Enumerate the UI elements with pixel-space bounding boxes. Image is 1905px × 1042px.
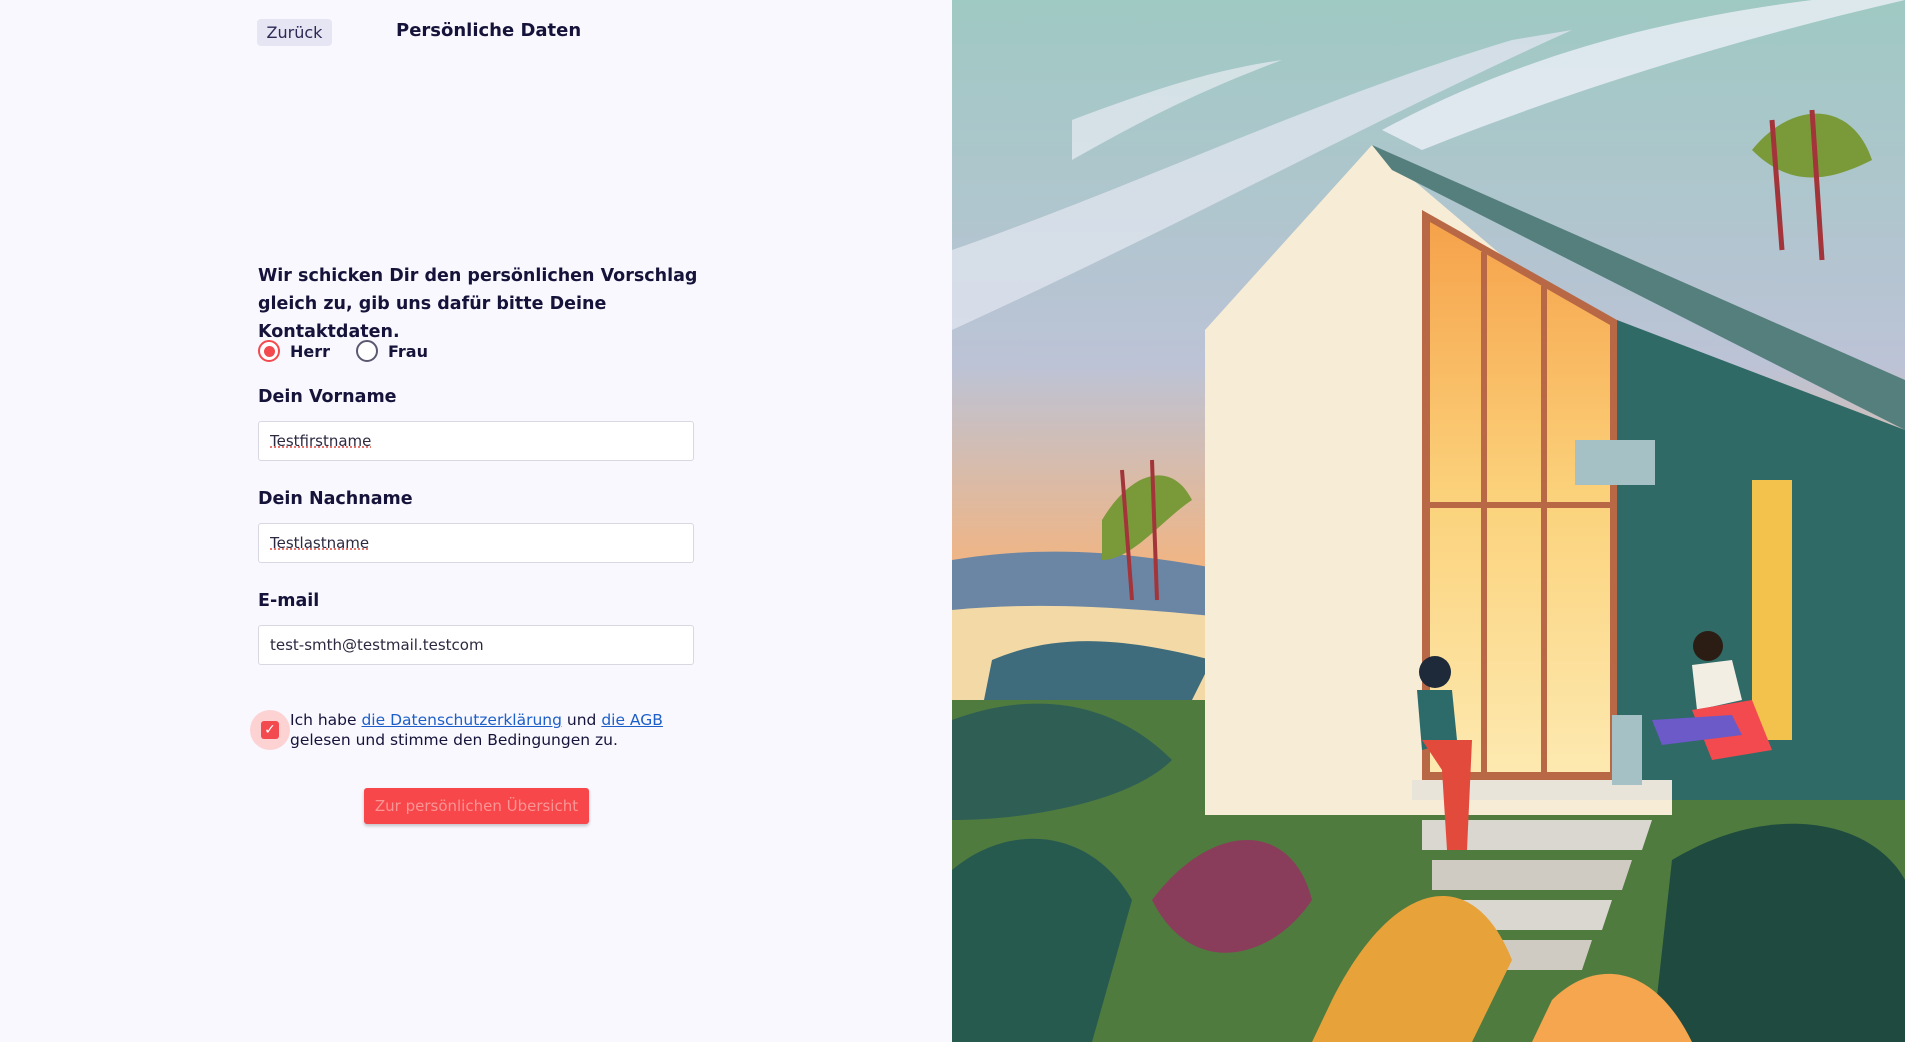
terms-link[interactable]: die AGB <box>601 711 663 729</box>
firstname-label: Dein Vorname <box>258 387 397 407</box>
firstname-input[interactable] <box>258 421 694 461</box>
form-pane: Zurück Persönliche Daten Wir schicken Di… <box>0 0 952 1042</box>
radio-herr-label: Herr <box>290 341 331 361</box>
tiny-house-illustration <box>952 0 1905 1042</box>
lastname-input[interactable] <box>258 523 694 563</box>
radio-frau-label: Frau <box>388 341 428 361</box>
email-label: E-mail <box>258 591 320 611</box>
consent-checkbox[interactable]: ✓ <box>250 710 290 750</box>
radio-frau[interactable]: Frau <box>356 338 428 364</box>
illustration-svg <box>952 0 1905 1042</box>
consent-row: ✓ Ich habe die Datenschutzerklärung und … <box>250 710 710 752</box>
consent-text-middle: und <box>561 711 602 729</box>
radio-herr-circle[interactable] <box>258 340 280 362</box>
submit-button[interactable]: Zur persönlichen Übersicht <box>364 788 589 824</box>
radio-herr[interactable]: Herr <box>258 338 330 364</box>
consent-text: Ich habe die Datenschutzerklärung und di… <box>290 710 710 750</box>
email-input[interactable] <box>258 625 694 665</box>
page-title: Persönliche Daten <box>396 20 582 41</box>
privacy-policy-link[interactable]: die Datenschutzerklärung <box>361 711 562 729</box>
radio-frau-circle[interactable] <box>356 340 378 362</box>
consent-text-before: Ich habe <box>290 711 362 729</box>
consent-text-after: gelesen und stimme den Bedingungen zu. <box>290 731 618 749</box>
back-button[interactable]: Zurück <box>257 19 332 46</box>
lastname-label: Dein Nachname <box>258 489 413 509</box>
intro-text: Wir schicken Dir den persönlichen Vorsch… <box>258 266 698 342</box>
checkmark-icon: ✓ <box>261 721 279 739</box>
